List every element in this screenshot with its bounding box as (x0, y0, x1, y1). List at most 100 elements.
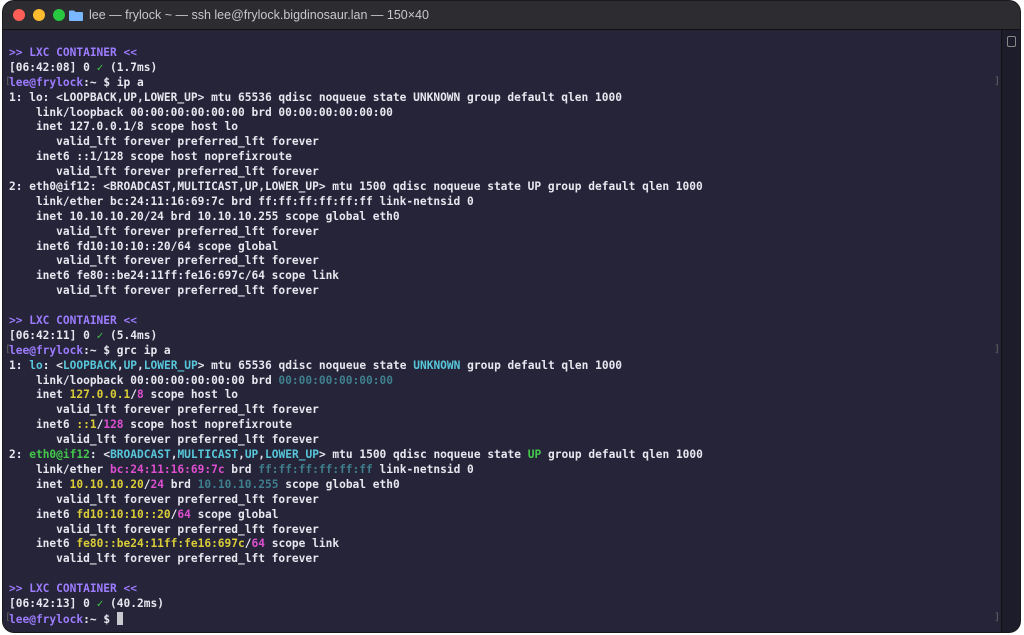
terminal-text: , (116, 358, 124, 372)
terminal-text: valid_lft forever preferred_lft forever (9, 552, 319, 566)
terminal-line: inet 10.10.10.20/24 brd 10.10.10.255 sco… (9, 478, 992, 493)
terminal-text: inet6 (9, 537, 77, 551)
terminal-text: fe80::be24:11ff:fe16:697c (76, 537, 245, 551)
terminal-line: inet 127.0.0.1/8 scope host lo (9, 388, 992, 403)
terminal-text: lee@frylock (9, 343, 84, 357)
terminal-line: valid_lft forever preferred_lft forever (9, 523, 992, 538)
terminal-text: inet6 ::1/128 scope host noprefixroute (9, 150, 292, 164)
terminal-line: 1: lo: <LOOPBACK,UP,LOWER_UP> mtu 65536 … (9, 359, 992, 374)
terminal-text: inet6 fd10:10:10::20/64 scope global (9, 239, 279, 253)
scrollbar[interactable] (1001, 30, 1020, 632)
terminal-text: :~ (83, 75, 104, 89)
terminal-line: >> LXC CONTAINER << (9, 582, 992, 597)
mark-bracket-left: [ (5, 612, 12, 624)
terminal-text: 10.10.10.20 (69, 477, 144, 491)
terminal-text: fd10:10:10::20 (76, 507, 171, 521)
terminal-text: UNKNOWN (413, 358, 461, 372)
terminal-text: , (238, 448, 245, 462)
terminal-text: inet6 (9, 418, 77, 432)
terminal-text: >> LXC CONTAINER << (9, 46, 137, 59)
terminal-text: (40.2ms) (103, 596, 164, 610)
terminal-line: 1: lo: <LOOPBACK,UP,LOWER_UP> mtu 65536 … (9, 91, 992, 106)
prompt-line: lee@frylock:~ $ ip a (9, 76, 992, 91)
terminal-text: : < (42, 358, 63, 372)
terminal-text: [06:42:11] 0 (9, 328, 97, 342)
mark-bracket-left: [ (5, 75, 12, 87)
terminal-text: scope global eth0 (278, 477, 400, 491)
terminal-text: >> LXC CONTAINER << (9, 314, 137, 328)
terminal-text: >> LXC CONTAINER << (9, 582, 137, 596)
terminal-line: [06:42:08] 0 ✓ (1.7ms) (9, 61, 992, 76)
mark-bracket-right: ] (993, 344, 1000, 355)
terminal-text: 2: eth0@if12: <BROADCAST,MULTICAST,UP,LO… (9, 180, 703, 194)
mark-bracket-right: ] (993, 612, 1000, 624)
terminal-text: inet (9, 388, 70, 402)
terminal-text: :~ (83, 343, 104, 357)
terminal-text: valid_lft forever preferred_lft forever (9, 522, 319, 536)
terminal-text: $ ip a (103, 75, 144, 89)
zoom-button[interactable] (53, 9, 65, 21)
terminal-line: valid_lft forever preferred_lft forever (9, 493, 992, 508)
terminal-text: [06:42:08] 0 (9, 60, 97, 74)
prompt-line: lee@frylock:~ $ grc ip a (9, 344, 992, 359)
terminal-text: UP (527, 448, 542, 462)
title-bar[interactable]: lee — frylock ~ — ssh lee@frylock.bigdin… (3, 1, 1020, 30)
folder-icon (69, 10, 83, 21)
terminal-line: link/loopback 00:00:00:00:00:00 brd 00:0… (9, 106, 992, 121)
terminal-line: valid_lft forever preferred_lft forever (9, 135, 992, 150)
terminal-line: >> LXC CONTAINER << (9, 314, 992, 329)
terminal-text: link/ether bc:24:11:16:69:7c brd ff:ff:f… (9, 194, 474, 208)
terminal-line: inet6 fe80::be24:11ff:fe16:697c/64 scope… (9, 537, 992, 552)
terminal-text: valid_lft forever preferred_lft forever (9, 433, 319, 447)
terminal-text: (1.7ms) (103, 60, 158, 74)
terminal-text: 8 (137, 388, 144, 402)
terminal-text: scope link (264, 537, 340, 551)
terminal-text: inet 127.0.0.1/8 scope host lo (9, 120, 239, 134)
terminal-text: / (130, 388, 137, 402)
terminal-text: inet6 fe80::be24:11ff:fe16:697c/64 scope… (9, 269, 340, 283)
terminal-text: > mtu 65536 qdisc noqueue state (197, 358, 414, 372)
terminal-line: valid_lft forever preferred_lft forever (9, 284, 992, 299)
window-title-area: lee — frylock ~ — ssh lee@frylock.bigdin… (69, 1, 429, 29)
terminal-line: inet6 fe80::be24:11ff:fe16:697c/64 scope… (9, 269, 992, 284)
text-cursor (116, 611, 124, 625)
terminal-line: valid_lft forever preferred_lft forever (9, 433, 992, 448)
terminal-output: >> LXC CONTAINER << [06:42:08] 0 ✓ (1.7ms… (9, 46, 992, 627)
terminal-text: MULTICAST (177, 448, 239, 462)
terminal-line: inet 10.10.10.20/24 brd 10.10.10.255 sco… (9, 210, 992, 225)
terminal-text: link-netnsid 0 (372, 462, 474, 476)
terminal-line: inet 127.0.0.1/8 scope host lo (9, 120, 992, 135)
terminal-text: :~ (83, 612, 104, 626)
terminal-text: scope host noprefixroute (123, 418, 292, 432)
terminal-line: 2: eth0@if12: <BROADCAST,MULTICAST,UP,LO… (9, 180, 992, 195)
terminal-text: valid_lft forever preferred_lft forever (9, 403, 319, 417)
terminal-line: valid_lft forever preferred_lft forever (9, 225, 992, 240)
terminal-line: valid_lft forever preferred_lft forever (9, 552, 992, 567)
close-button[interactable] (13, 9, 25, 21)
terminal-text: inet 10.10.10.20/24 brd 10.10.10.255 sco… (9, 209, 400, 223)
minimize-button[interactable] (33, 9, 45, 21)
terminal-text: > mtu 1500 qdisc noqueue state (318, 448, 528, 462)
terminal-text: 2: (9, 448, 30, 462)
terminal-text: group default qlen 1000 (460, 358, 623, 372)
terminal-line: inet6 fd10:10:10::20/64 scope global (9, 508, 992, 523)
terminal-text: lo (29, 358, 43, 372)
terminal-text: bc:24:11:16:69:7c (110, 462, 225, 476)
mark-bracket-left: [ (5, 344, 12, 355)
terminal-text: valid_lft forever preferred_lft forever (9, 254, 319, 268)
terminal-text: brd (224, 462, 259, 476)
terminal-text: , (137, 358, 144, 372)
terminal-text: LOWER_UP (265, 448, 319, 462)
terminal-line: [06:42:11] 0 ✓ (5.4ms) (9, 329, 992, 344)
terminal-text: 1: (9, 358, 30, 372)
scrollbar-indicator[interactable] (1007, 36, 1016, 47)
terminal-text: valid_lft forever preferred_lft forever (9, 135, 319, 149)
terminal-content[interactable]: >> LXC CONTAINER << [06:42:08] 0 ✓ (1.7ms… (3, 30, 1020, 632)
terminal-line: >> LXC CONTAINER << (9, 46, 992, 61)
terminal-text: scope global (190, 507, 279, 521)
terminal-text: 10.10.10.255 (197, 477, 279, 491)
terminal-text: (5.4ms) (103, 328, 158, 342)
terminal-text: : < (89, 448, 111, 462)
terminal-text: valid_lft forever preferred_lft forever (9, 492, 319, 506)
